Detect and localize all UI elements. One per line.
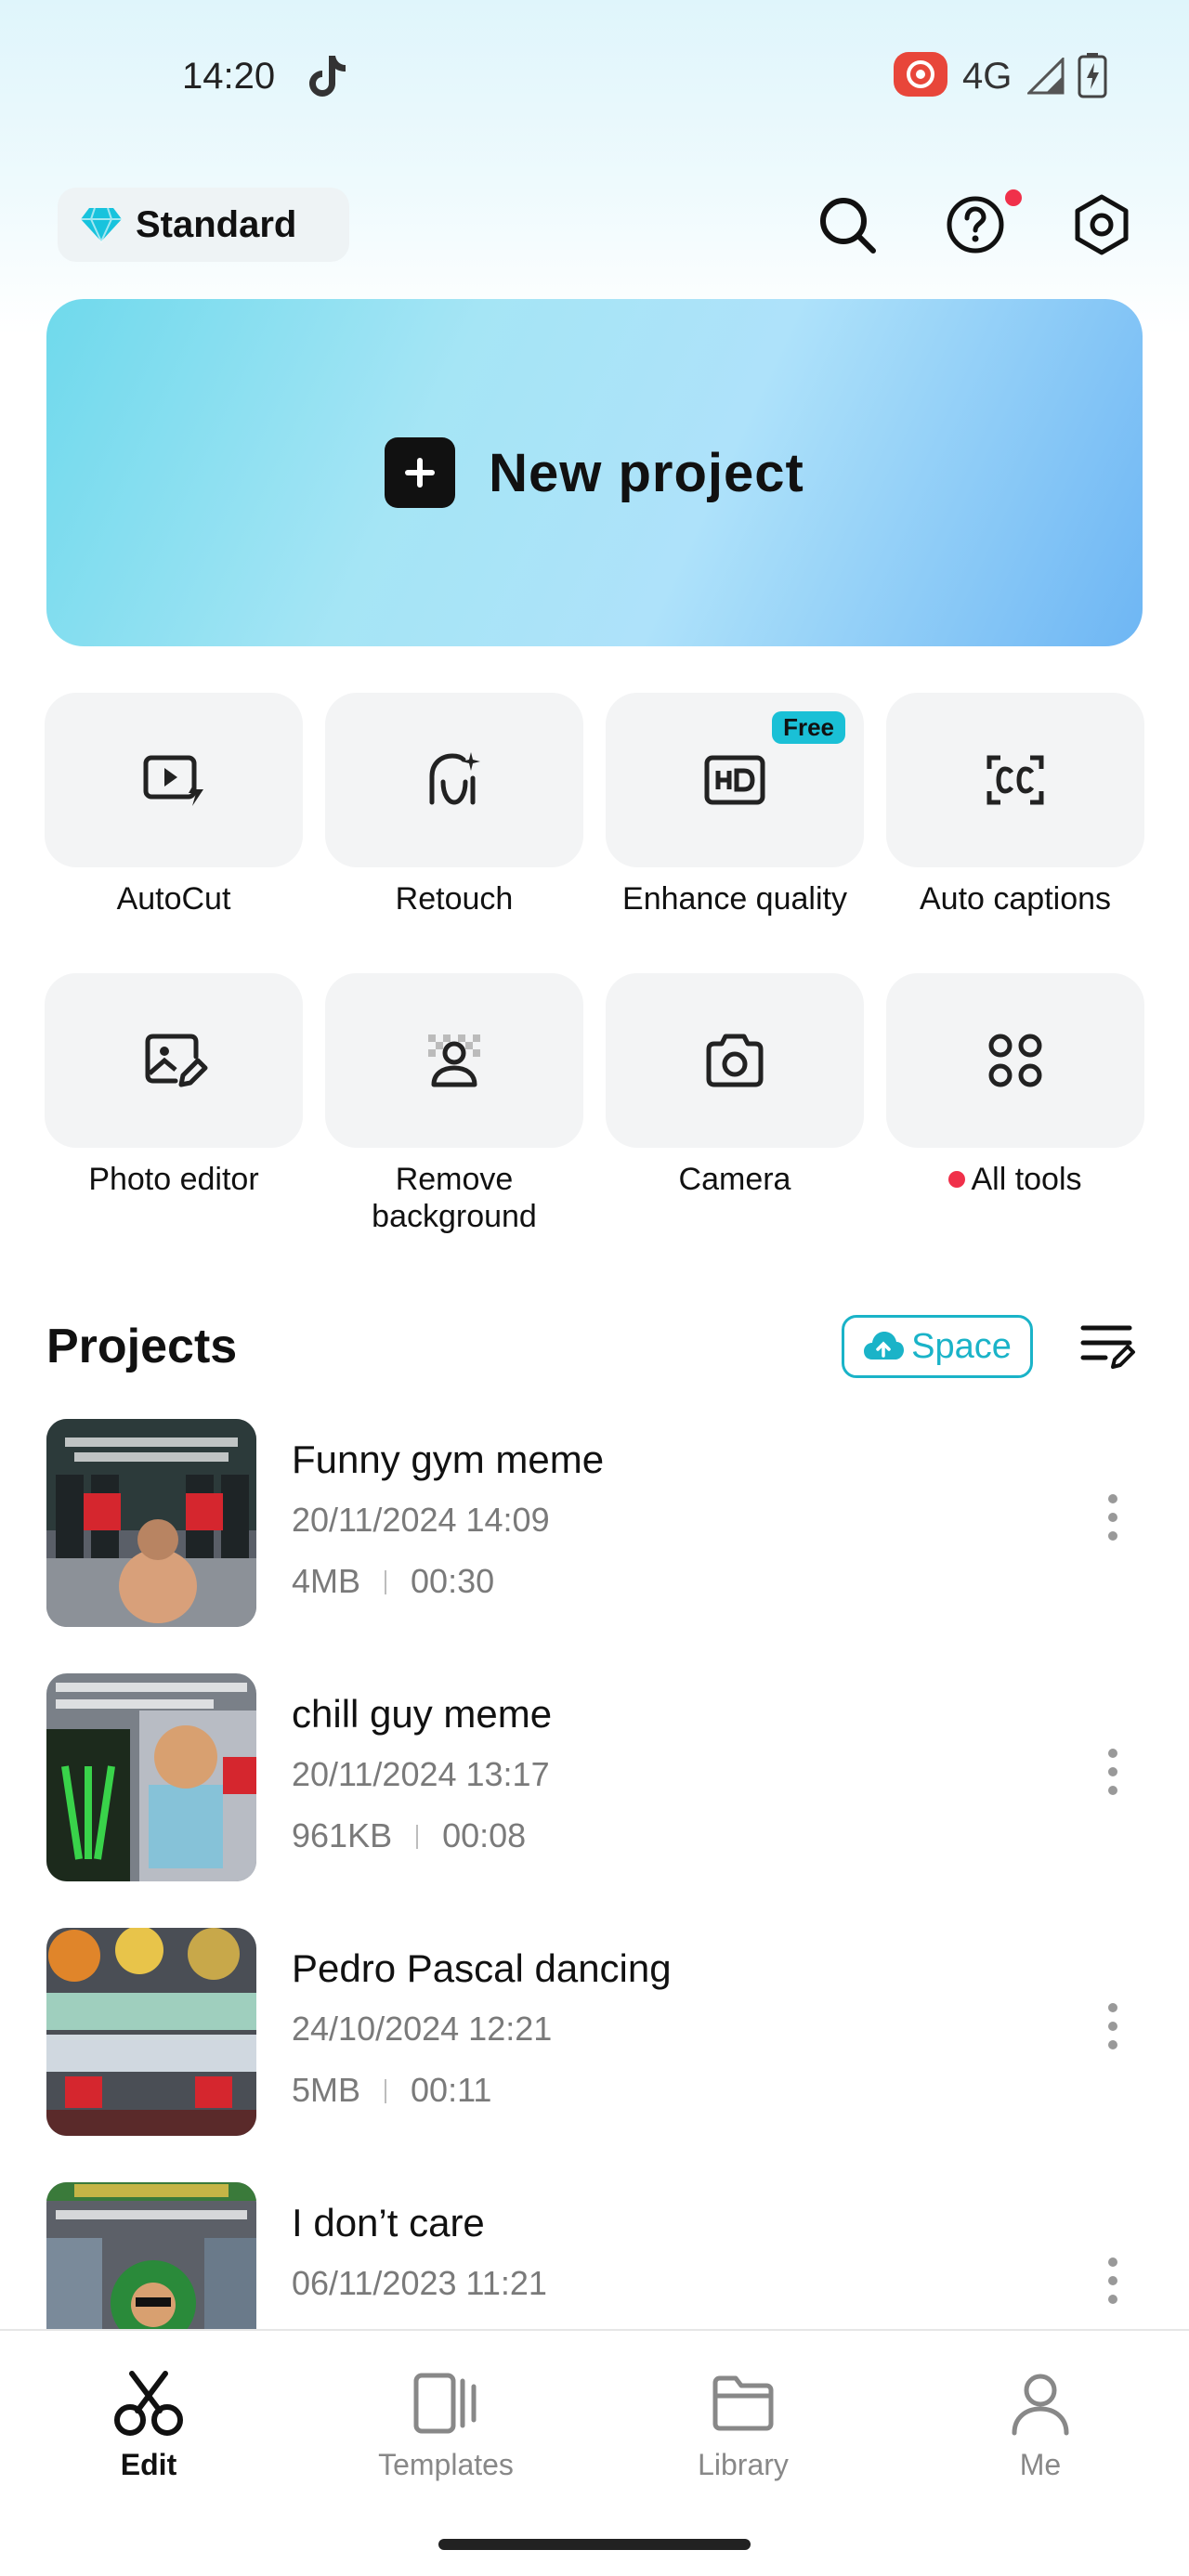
- space-label: Space: [911, 1326, 1012, 1366]
- project-item[interactable]: Pedro Pascal dancing 24/10/2024 12:21 5M…: [0, 1928, 1189, 2141]
- project-duration: 00:11: [411, 2071, 492, 2109]
- tool-label: AutoCut: [116, 881, 231, 917]
- more-options-icon[interactable]: [1100, 1998, 1126, 2054]
- nav-label: Edit: [120, 2448, 177, 2481]
- profile-icon: [1012, 2374, 1069, 2436]
- project-date: 24/10/2024 12:21: [292, 2010, 553, 2048]
- tool-label: Enhance quality: [622, 881, 847, 917]
- remove-bg-icon: [428, 1034, 480, 1087]
- nav-label: Templates: [378, 2448, 514, 2481]
- free-badge: Free: [772, 711, 845, 744]
- space-button[interactable]: Space: [842, 1315, 1033, 1378]
- nav-label: Library: [698, 2448, 789, 2481]
- tool-camera[interactable]: Camera: [606, 973, 864, 1198]
- signal-icon: [1027, 58, 1065, 95]
- help-icon[interactable]: [942, 191, 1009, 258]
- all-tools-label-row: All tools: [886, 1161, 1144, 1198]
- project-title: Funny gym meme: [292, 1438, 605, 1481]
- project-date: 06/11/2023 11:21: [292, 2264, 547, 2302]
- project-title: chill guy meme: [292, 1692, 553, 1736]
- search-icon[interactable]: [814, 191, 881, 258]
- tool-label: Remove background: [372, 1162, 537, 1234]
- project-meta: 4MB 00:30: [292, 1562, 494, 1601]
- project-thumbnail: [46, 1673, 256, 1881]
- tool-enhance-quality[interactable]: Free Enhance quality: [606, 693, 864, 917]
- nav-label: Me: [1019, 2448, 1062, 2481]
- plus-icon: [385, 437, 456, 508]
- project-meta: 5MB 00:11: [292, 2071, 491, 2110]
- photo-edit-icon: [145, 1034, 208, 1087]
- tool-label: All tools: [971, 1162, 1082, 1197]
- nav-edit[interactable]: Edit: [56, 2368, 242, 2482]
- project-title: Pedro Pascal dancing: [292, 1946, 672, 1990]
- more-options-icon[interactable]: [1100, 1490, 1126, 1545]
- notification-dot: [948, 1171, 966, 1188]
- tool-label: Camera: [678, 1162, 791, 1197]
- project-thumbnail: [46, 1928, 256, 2136]
- more-options-icon[interactable]: [1100, 1744, 1126, 1800]
- projects-header: Projects Space: [0, 1300, 1189, 1393]
- tool-photo-editor[interactable]: Photo editor: [45, 973, 303, 1198]
- project-size: 4MB: [292, 1562, 361, 1600]
- cloud-upload-icon: [864, 1332, 905, 1360]
- more-options-icon[interactable]: [1100, 2253, 1126, 2309]
- templates-icon: [413, 2373, 477, 2434]
- manage-list-icon[interactable]: [1079, 1321, 1137, 1373]
- app-header: Standard: [0, 182, 1189, 266]
- project-title: I don’t care: [292, 2201, 485, 2244]
- project-size: 5MB: [292, 2071, 361, 2109]
- status-bar: 14:20 4G: [0, 37, 1189, 121]
- tiktok-icon: [309, 56, 346, 97]
- new-project-label: New project: [489, 442, 804, 503]
- tool-autocut[interactable]: AutoCut: [45, 693, 303, 917]
- nav-templates[interactable]: Templates: [353, 2368, 539, 2482]
- projects-title: Projects: [46, 1320, 238, 1373]
- project-duration: 00:30: [411, 1562, 495, 1600]
- autocut-icon: [143, 755, 203, 806]
- project-thumbnail: [46, 1419, 256, 1627]
- recording-icon: [894, 52, 947, 97]
- notification-dot: [1005, 189, 1022, 206]
- grid-icon: [988, 1034, 1042, 1087]
- project-meta: 961KB 00:08: [292, 1816, 526, 1855]
- tool-all-tools[interactable]: All tools: [886, 973, 1144, 1198]
- project-date: 20/11/2024 13:17: [292, 1755, 550, 1793]
- tool-retouch[interactable]: Retouch: [325, 693, 583, 917]
- scissors-icon: [114, 2371, 183, 2436]
- home-indicator[interactable]: [438, 2539, 751, 2550]
- project-date: 20/11/2024 14:09: [292, 1501, 550, 1539]
- meta-divider: [416, 1825, 419, 1849]
- nav-me[interactable]: Me: [947, 2368, 1133, 2482]
- project-item[interactable]: chill guy meme 20/11/2024 13:17 961KB 00:…: [0, 1673, 1189, 1887]
- project-size: 961KB: [292, 1816, 393, 1854]
- settings-icon[interactable]: [1068, 191, 1135, 258]
- status-time: 14:20: [182, 56, 276, 97]
- project-duration: 00:08: [442, 1816, 527, 1854]
- folder-icon: [712, 2375, 774, 2431]
- network-type: 4G: [962, 56, 1013, 97]
- meta-divider: [385, 2079, 387, 2103]
- nav-library[interactable]: Library: [650, 2368, 836, 2482]
- project-item[interactable]: Funny gym meme 20/11/2024 14:09 4MB 00:30: [0, 1419, 1189, 1633]
- tool-label: Photo editor: [88, 1162, 259, 1197]
- tool-remove-background[interactable]: Remove background: [325, 973, 583, 1235]
- meta-divider: [385, 1570, 387, 1594]
- tool-label: Auto captions: [919, 881, 1112, 917]
- tool-auto-captions[interactable]: Auto captions: [886, 693, 1144, 917]
- plan-badge[interactable]: Standard: [58, 188, 349, 262]
- new-project-button[interactable]: New project: [46, 299, 1143, 646]
- camera-icon: [706, 1034, 764, 1087]
- captions-icon: [986, 755, 1044, 805]
- plan-label: Standard: [136, 203, 297, 245]
- retouch-icon: [429, 752, 480, 805]
- diamond-icon: [81, 207, 122, 243]
- hd-icon: [704, 755, 765, 805]
- tool-label: Retouch: [395, 881, 514, 917]
- battery-icon: [1078, 53, 1107, 98]
